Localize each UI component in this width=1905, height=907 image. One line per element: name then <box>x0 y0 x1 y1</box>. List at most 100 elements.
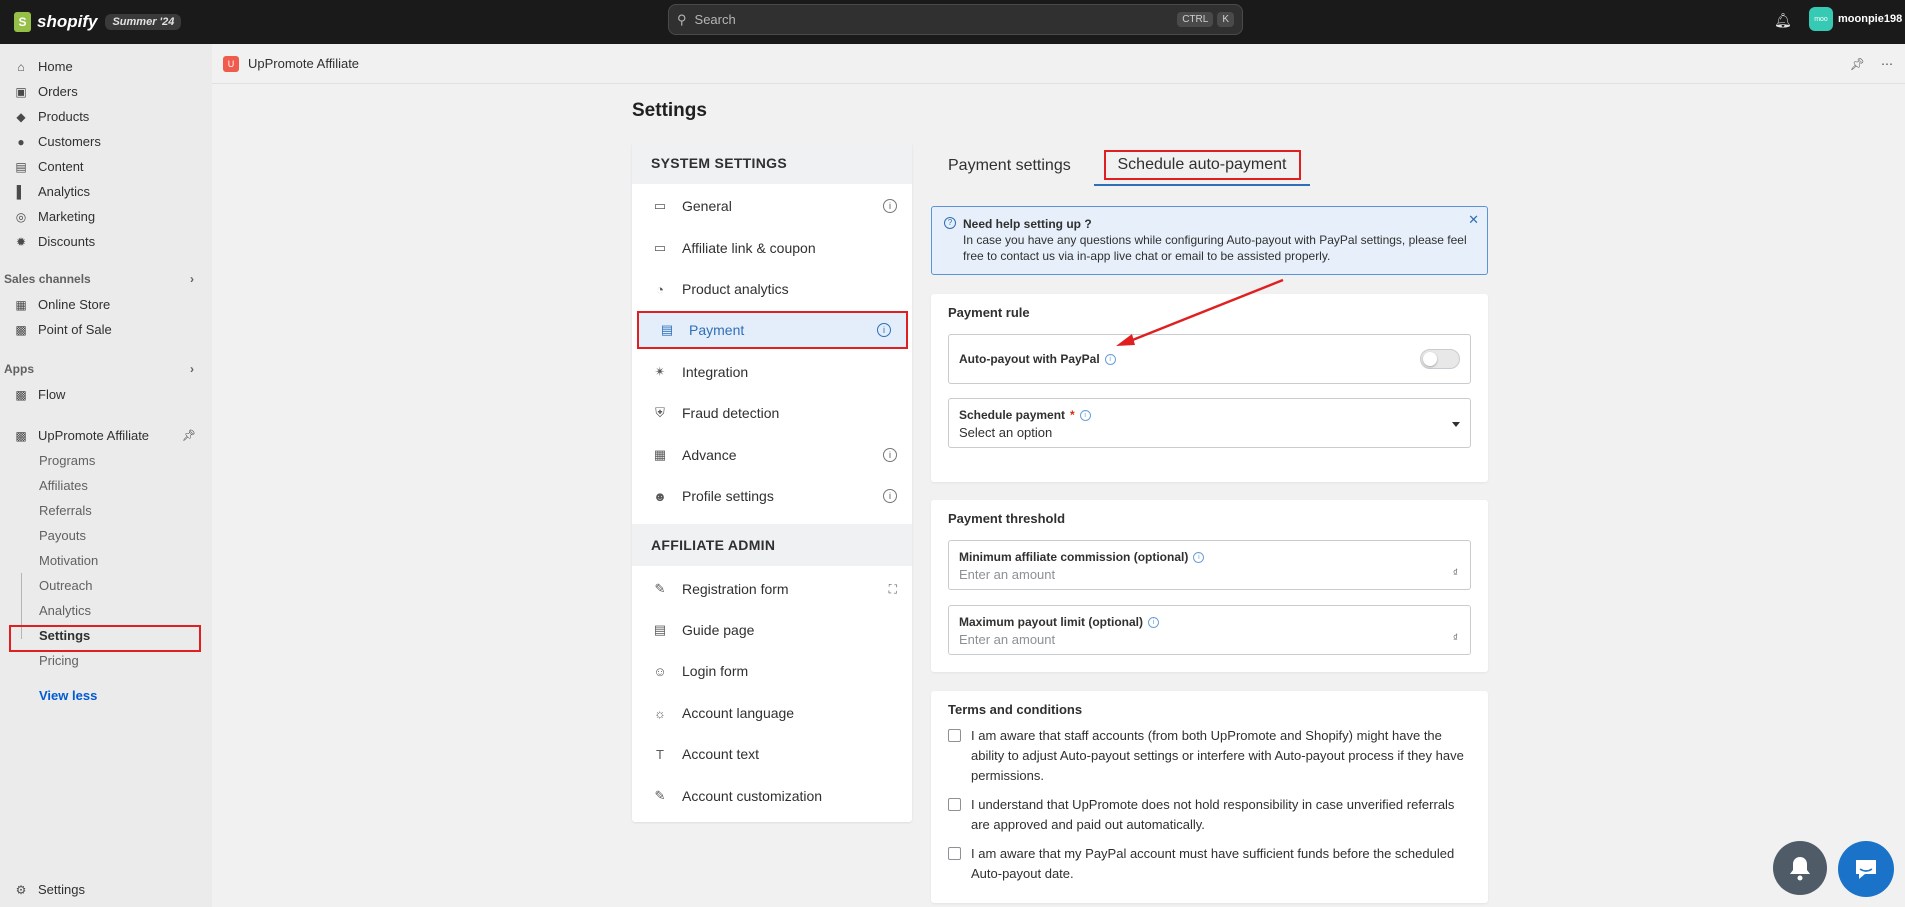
inbox-icon: ▭ <box>653 198 667 213</box>
settings-item-general[interactable]: ▭ General i <box>632 187 912 225</box>
info-icon[interactable]: i <box>1148 616 1160 628</box>
more-icon[interactable]: ⋯ <box>1881 57 1893 71</box>
settings-item-affiliate-link[interactable]: ▭ Affiliate link & coupon <box>632 229 912 267</box>
sidebar-item-products[interactable]: ◆ Products <box>14 109 89 124</box>
apps-header[interactable]: Apps › <box>4 362 194 376</box>
shortcut-keys: CTRL K <box>1177 12 1234 27</box>
checkbox[interactable] <box>948 729 961 742</box>
checkbox[interactable] <box>948 847 961 860</box>
sidebar-item-content[interactable]: ▤ Content <box>14 159 83 174</box>
min-commission-field[interactable]: Minimum affiliate commission (optional) i… <box>948 540 1471 590</box>
signature-icon: ✎ <box>654 581 666 596</box>
system-settings-header: SYSTEM SETTINGS <box>632 142 912 184</box>
pos-icon: ▩ <box>15 322 27 337</box>
user-menu[interactable]: moo moonpie198 <box>1809 7 1902 31</box>
home-icon: ⌂ <box>17 59 25 74</box>
shopify-logo[interactable]: S shopify <box>14 12 97 32</box>
sidebar-item-home[interactable]: ⌂ Home <box>14 59 72 74</box>
checkbox[interactable] <box>948 798 961 811</box>
settings-item-profile-settings[interactable]: ☻ Profile settings i <box>632 477 912 515</box>
settings-item-label: Account text <box>682 746 760 762</box>
sidebar-item-online-store[interactable]: ▦ Online Store <box>14 297 110 312</box>
info-icon[interactable]: i <box>1104 353 1116 365</box>
pin-icon[interactable]: 📌︎ <box>1850 57 1865 71</box>
sidebar-item-flow[interactable]: ▩ Flow <box>14 387 65 402</box>
settings-item-registration-form[interactable]: ✎ Registration form ⛶ <box>632 570 912 608</box>
settings-item-product-analytics[interactable]: ◔ Product analytics <box>632 270 912 308</box>
card-title: Payment threshold <box>948 511 1066 526</box>
brand-name: shopify <box>37 12 98 31</box>
info-icon[interactable]: i <box>883 448 897 462</box>
sidebar-item-orders[interactable]: ▣ Orders <box>14 84 77 99</box>
sidebar-item-marketing[interactable]: ◎ Marketing <box>14 209 95 224</box>
payment-rule-card: Payment rule Auto-payout with PayPal i Sc… <box>931 294 1488 482</box>
min-commission-input[interactable]: Enter an amount <box>959 567 1055 582</box>
subnav-affiliates[interactable]: Affiliates <box>39 478 88 493</box>
subnav-settings[interactable]: Settings <box>39 628 90 643</box>
schedule-payment-select[interactable]: Schedule payment * i Select an option <box>948 398 1471 448</box>
settings-nav-panel: SYSTEM SETTINGS ▭ General i ▭ Affiliate lin… <box>632 142 912 822</box>
subnav-analytics[interactable]: Analytics <box>39 603 91 618</box>
search-bar[interactable]: ⚲ Search CTRL K <box>668 4 1243 35</box>
sidebar-item-discounts[interactable]: ✹ Discounts <box>14 234 95 249</box>
settings-item-label: Login form <box>682 663 749 679</box>
settings-item-advance[interactable]: ▦ Advance i <box>632 436 912 474</box>
subnav-motivation[interactable]: Motivation <box>39 553 98 568</box>
app-title: UpPromote Affiliate <box>248 56 360 71</box>
view-less-link[interactable]: View less <box>39 688 97 703</box>
live-chat-button[interactable] <box>1838 841 1894 897</box>
select-value: Select an option <box>959 425 1053 440</box>
info-icon[interactable]: i <box>877 323 891 337</box>
settings-item-guide-page[interactable]: ▤ Guide page <box>632 611 912 649</box>
settings-item-integration[interactable]: ✴ Integration <box>632 353 912 391</box>
settings-item-login-form[interactable]: ☺ Login form <box>632 652 912 690</box>
bell-icon[interactable]: 🔔︎ <box>1774 12 1792 29</box>
auto-payout-toggle[interactable] <box>1420 349 1460 369</box>
term-item[interactable]: I am aware that my PayPal account must h… <box>948 844 1468 884</box>
settings-item-account-customization[interactable]: ✎ Account customization <box>632 777 912 815</box>
settings-item-label: Account customization <box>682 788 823 804</box>
settings-item-payment[interactable]: ▤ Payment i <box>637 311 908 349</box>
term-item[interactable]: I understand that UpPromote does not hol… <box>948 795 1468 835</box>
settings-item-account-language[interactable]: ☼ Account language <box>632 694 912 732</box>
edition-badge[interactable]: Summer '24 <box>105 14 182 30</box>
notification-bell-button[interactable] <box>1773 841 1827 895</box>
section-label: Apps <box>4 362 34 376</box>
sales-channels-header[interactable]: Sales channels › <box>4 272 194 286</box>
sidebar-item-analytics[interactable]: ▌ Analytics <box>14 184 90 199</box>
subnav-programs[interactable]: Programs <box>39 453 95 468</box>
sidebar-item-point-of-sale[interactable]: ▩ Point of Sale <box>14 322 111 337</box>
info-icon[interactable]: i <box>883 489 897 503</box>
pin-icon[interactable]: 📌︎ <box>182 429 196 442</box>
subnav-payouts[interactable]: Payouts <box>39 528 86 543</box>
sidebar-item-label: Customers <box>38 134 101 149</box>
subnav-pricing[interactable]: Pricing <box>39 653 79 668</box>
tab-bar: Payment settings Schedule auto-payment <box>930 146 1488 186</box>
max-payout-field[interactable]: Maximum payout limit (optional) i Enter a… <box>948 605 1471 655</box>
info-icon[interactable]: i <box>1193 551 1205 563</box>
tab-payment-settings[interactable]: Payment settings <box>948 146 1071 186</box>
app-title-bar: U UpPromote Affiliate 📌︎ ⋯ <box>212 44 1905 84</box>
term-item[interactable]: I am aware that staff accounts (from bot… <box>948 726 1468 786</box>
help-body: In case you have any questions while con… <box>963 233 1467 263</box>
bar-chart-icon: ▌ <box>16 184 26 199</box>
sidebar-item-settings[interactable]: ⚙ Settings <box>14 882 85 897</box>
subnav-outreach[interactable]: Outreach <box>39 578 92 593</box>
orders-icon: ▣ <box>15 84 27 99</box>
info-icon[interactable]: i <box>1079 409 1091 421</box>
sidebar-item-customers[interactable]: ● Customers <box>14 134 101 149</box>
settings-item-account-text[interactable]: T Account text <box>632 735 912 773</box>
subnav-referrals[interactable]: Referrals <box>39 503 92 518</box>
settings-highlight-box <box>9 625 201 652</box>
help-title: Need help setting up ? <box>963 217 1092 231</box>
settings-item-fraud-detection[interactable]: ⛨ Fraud detection <box>632 394 912 432</box>
sidebar-item-uppromote[interactable]: ▩ UpPromote Affiliate 📌︎ <box>14 428 196 443</box>
label-text: Maximum payout limit (optional) <box>959 615 1144 629</box>
close-icon[interactable]: ✕ <box>1468 212 1479 228</box>
settings-item-label: Integration <box>682 364 749 380</box>
expand-icon[interactable]: ⛶ <box>889 582 897 597</box>
max-payout-input[interactable]: Enter an amount <box>959 632 1055 647</box>
tab-schedule-auto-payment[interactable]: Schedule auto-payment <box>1094 146 1310 186</box>
info-icon[interactable]: i <box>883 199 897 213</box>
section-label: Sales channels <box>4 272 91 286</box>
